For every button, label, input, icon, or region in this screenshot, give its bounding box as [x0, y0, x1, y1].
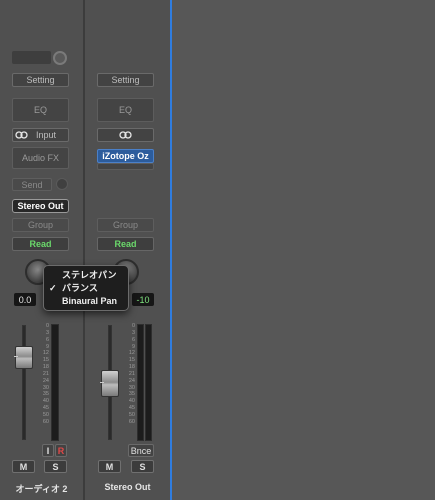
menu-item-label: Binaural Pan — [62, 296, 118, 306]
send-slot[interactable]: Send — [12, 178, 52, 191]
eq-slot[interactable]: EQ — [97, 98, 154, 122]
pan-mode-menu: ステレオパン ✓ バランス Binaural Pan — [43, 265, 129, 311]
pan-mode-button[interactable]: Bnce — [128, 444, 154, 457]
volume-fader-handle[interactable] — [15, 346, 33, 369]
input-label: Input — [36, 130, 57, 140]
selection-line — [170, 0, 172, 500]
link-rings-icon — [15, 131, 28, 139]
setting-button[interactable]: Setting — [97, 73, 154, 87]
input-button[interactable]: Input — [12, 128, 69, 142]
fader-center-tick — [14, 356, 18, 357]
send-level-knob[interactable] — [56, 178, 68, 190]
setting-button[interactable]: Setting — [12, 73, 69, 87]
solo-button[interactable]: S — [44, 460, 67, 473]
input-monitor-button[interactable]: I — [42, 444, 54, 457]
volume-fader-handle[interactable] — [101, 370, 119, 397]
volume-fader-track — [22, 325, 26, 440]
meter-scale: 036 9 12 15 18 21 24 30 35 40 45 50 60 — [42, 323, 49, 425]
pan-value: -10 — [132, 293, 154, 306]
group-button[interactable]: Group — [97, 218, 154, 232]
meter-scale: 036 9 12 15 18 21 24 30 35 40 45 50 60 — [128, 323, 135, 425]
link-button[interactable] — [97, 128, 154, 142]
solo-button[interactable]: S — [131, 460, 154, 473]
group-button[interactable]: Group — [12, 218, 69, 232]
automation-mode-button[interactable]: Read — [12, 237, 69, 251]
empty-plugin-slot[interactable] — [97, 163, 154, 170]
mute-button[interactable]: M — [12, 460, 35, 473]
menu-item-binaural-pan[interactable]: Binaural Pan — [44, 295, 128, 308]
eq-slot[interactable]: EQ — [12, 98, 69, 122]
mute-button[interactable]: M — [98, 460, 121, 473]
record-enable-button[interactable]: R — [55, 444, 67, 457]
pan-value: 0.0 — [14, 293, 36, 306]
track-name[interactable]: Stereo Out — [85, 482, 170, 492]
automation-mode-button[interactable]: Read — [97, 237, 154, 251]
level-meter — [51, 324, 59, 441]
fader-center-tick — [100, 382, 104, 383]
level-meter-right — [145, 324, 152, 441]
link-rings-icon — [119, 131, 132, 139]
audio-fx-slot[interactable]: Audio FX — [12, 147, 69, 169]
menu-item-balance[interactable]: ✓ バランス — [44, 282, 128, 295]
checkmark-icon: ✓ — [49, 283, 57, 293]
output-button[interactable]: Stereo Out — [12, 199, 69, 213]
menu-item-label: ステレオパン — [62, 270, 117, 280]
track-icon[interactable] — [53, 51, 67, 65]
menu-item-stereo-pan[interactable]: ステレオパン — [44, 269, 128, 282]
level-meter-left — [137, 324, 144, 441]
plugin-slot-izotope-oz[interactable]: iZotope Oz — [97, 149, 154, 163]
track-name[interactable]: オーディオ 2 — [0, 482, 83, 495]
track-color-swatch[interactable] — [12, 51, 51, 64]
menu-item-label: バランス — [62, 283, 98, 293]
